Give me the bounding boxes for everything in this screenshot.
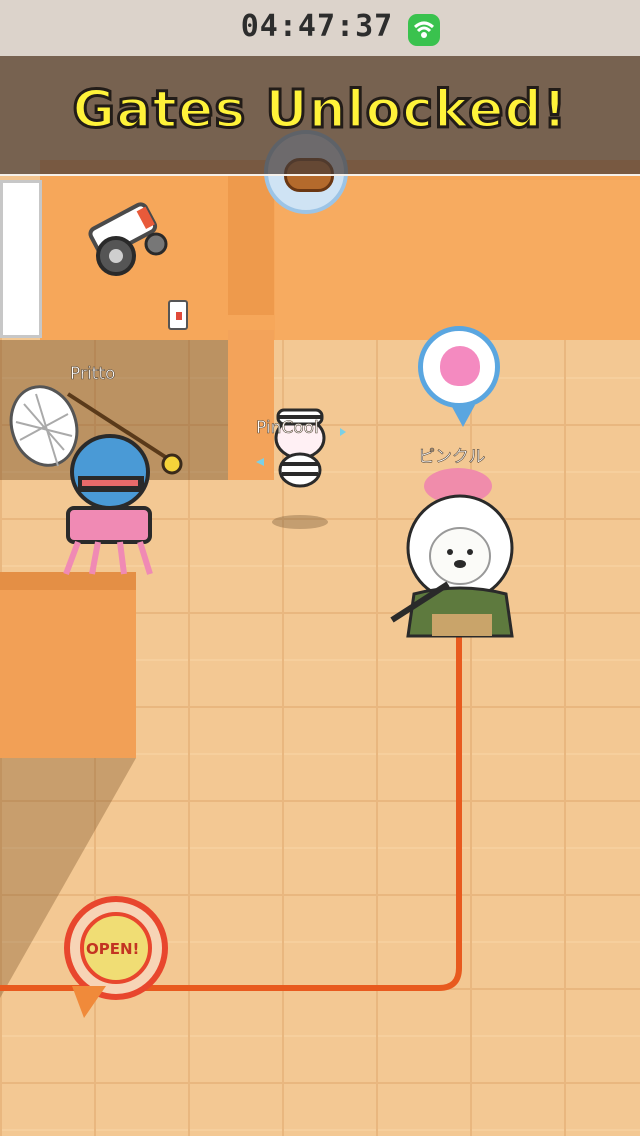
status-bar: 04:47:37 <box>0 0 640 56</box>
gate-open-label: OPEN! <box>86 940 140 958</box>
game-stage[interactable]: Pritto PinCool ピンクル OPEN! 04:47:37 Gates… <box>0 0 640 1136</box>
gate-direction-pointer-icon <box>72 986 106 1018</box>
pink-poop-icon <box>440 346 480 386</box>
player-name-pincool: PinCool <box>256 418 319 439</box>
game-clock: 04:47:37 <box>240 9 394 44</box>
player-name-pritto: Pritto <box>70 364 116 385</box>
open-gate-marker[interactable]: OPEN! <box>64 896 168 1000</box>
player-name-pinkuru: ピンクル <box>418 447 486 468</box>
emote-bubble <box>418 326 500 427</box>
wifi-icon <box>408 14 440 46</box>
gates-unlocked-banner: Gates Unlocked! <box>0 56 640 176</box>
player-pinkuru-lion[interactable] <box>388 464 538 644</box>
banner-title: Gates Unlocked! <box>71 79 568 142</box>
player-pritto-robot[interactable] <box>6 378 196 578</box>
